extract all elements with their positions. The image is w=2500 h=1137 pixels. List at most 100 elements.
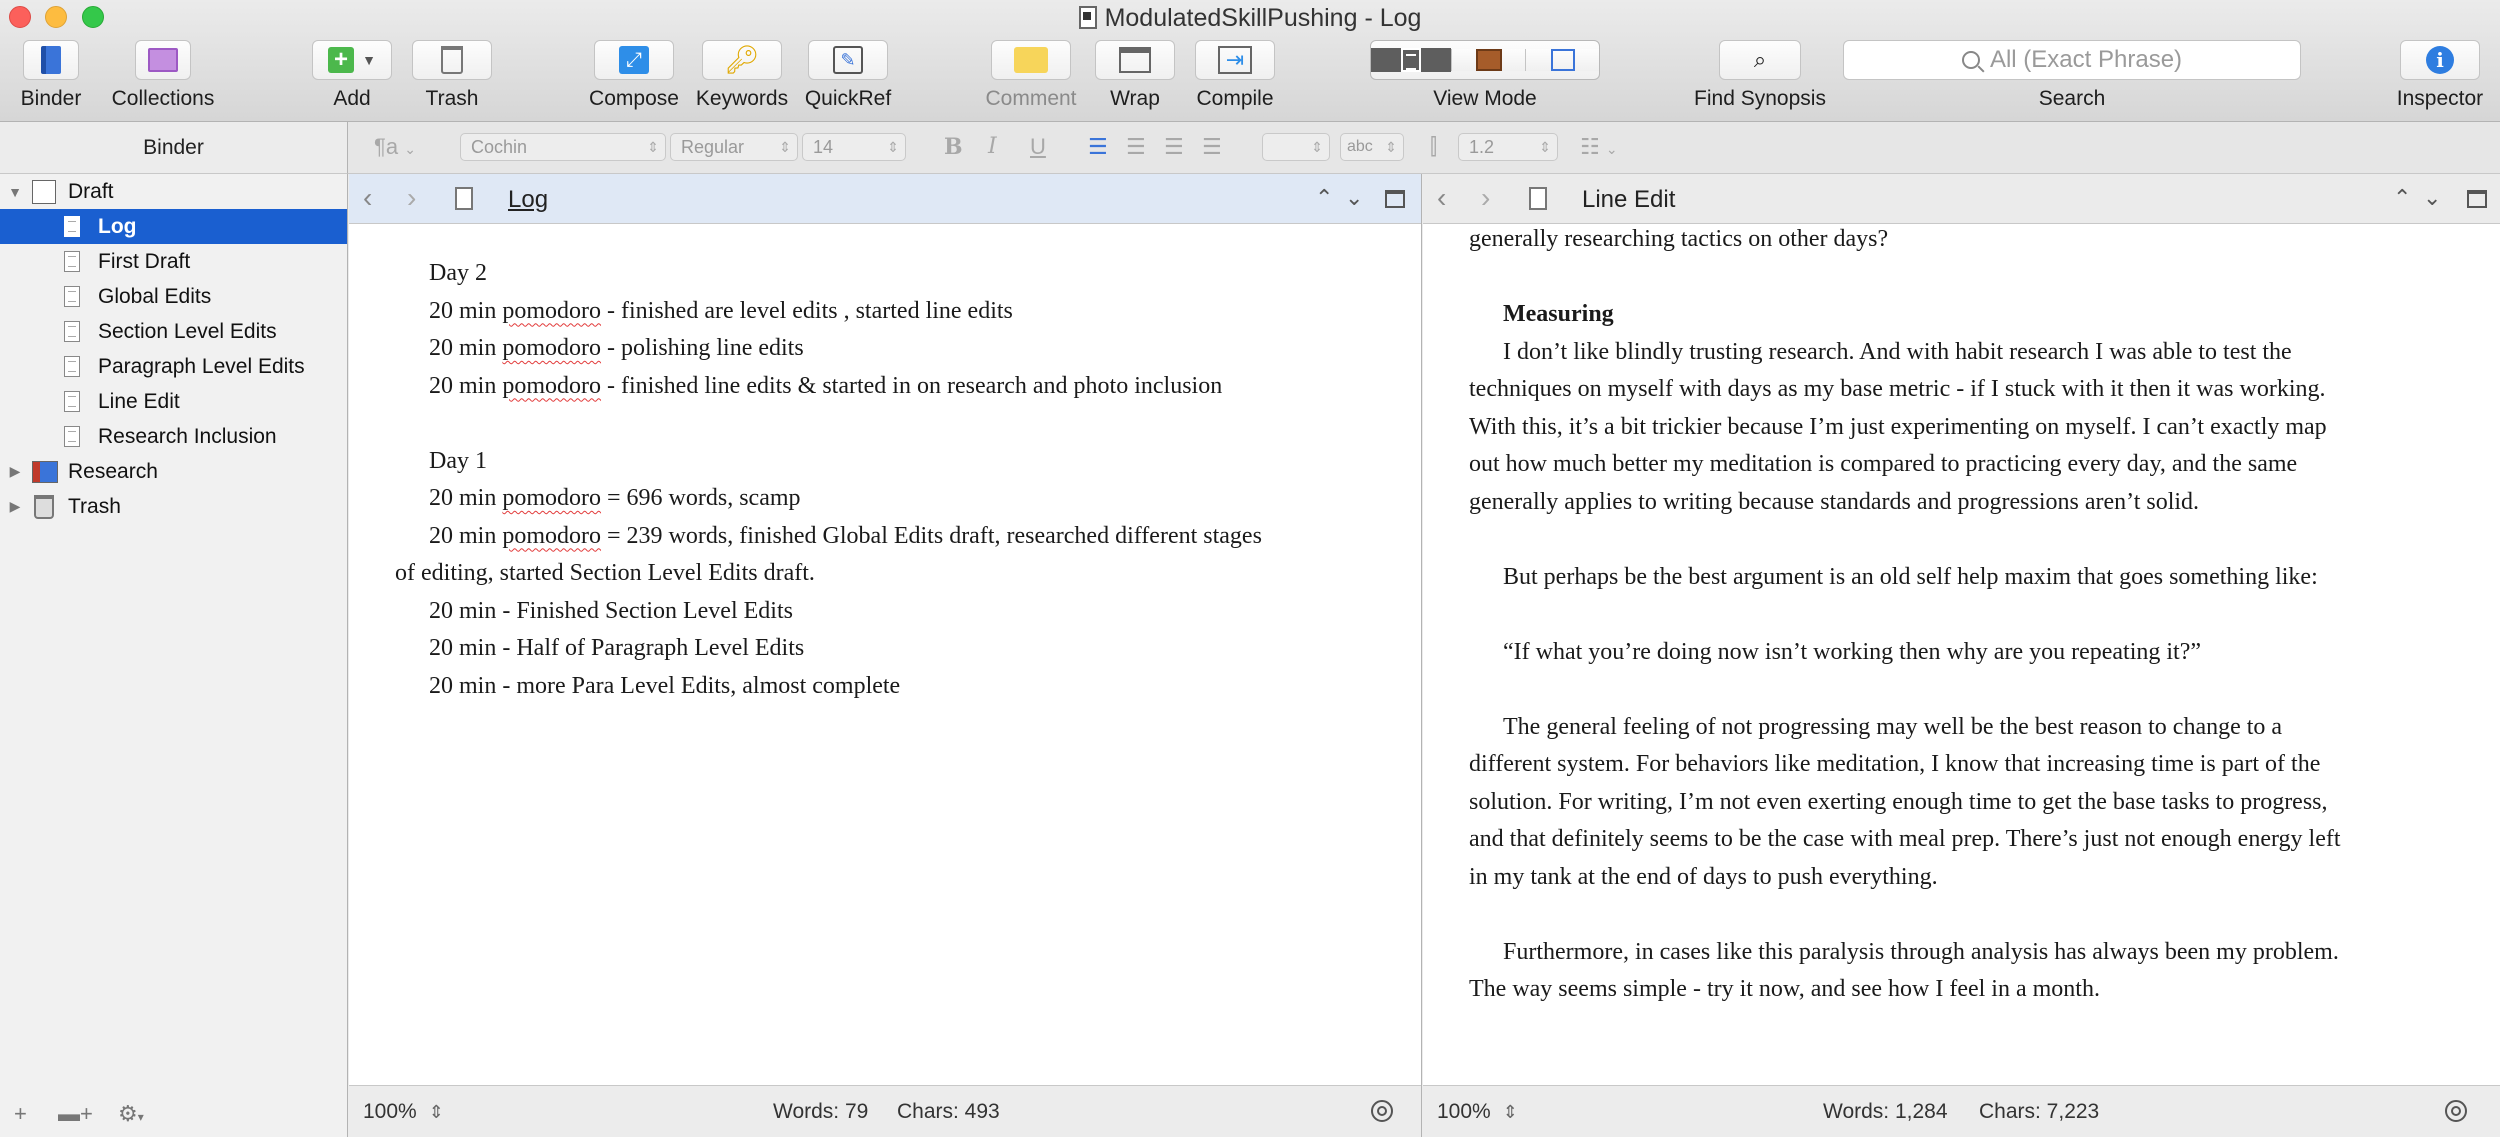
align-center-button[interactable]: ☰ <box>1126 133 1146 161</box>
comment-toolbar-button[interactable]: Comment <box>981 40 1081 111</box>
collections-toolbar-button[interactable]: Collections <box>104 40 222 111</box>
target-icon[interactable] <box>1371 1100 1393 1122</box>
back-icon[interactable]: ‹ <box>1437 182 1446 214</box>
chevron-down-icon: ⌄ <box>404 141 416 157</box>
line-spacing-select[interactable]: 1.2 <box>1458 133 1558 161</box>
keywords-toolbar-button[interactable]: 🔑︎ Keywords <box>694 40 790 111</box>
compile-toolbar-button[interactable]: ⇥ Compile <box>1190 40 1280 111</box>
misspelled-word[interactable]: pomodoro <box>502 335 601 361</box>
gear-icon[interactable]: ⚙▾ <box>118 1101 144 1127</box>
key-icon: 🔑︎ <box>724 44 760 75</box>
disclosure-closed-icon[interactable]: ▶ <box>6 463 24 480</box>
text-line: and that definitely seems to be the case… <box>1469 826 2341 852</box>
binder-item-first-draft[interactable]: First Draft <box>0 244 347 279</box>
scrivenings-view-button[interactable] <box>1371 48 1451 72</box>
text-line: But perhaps be the best argument is an o… <box>1503 563 2318 590</box>
binder-item-trash[interactable]: ▶ Trash <box>0 489 347 524</box>
align-justify-button[interactable]: ☰ <box>1202 133 1222 161</box>
quickref-toolbar-button[interactable]: ✎ QuickRef <box>800 40 896 111</box>
corkboard-icon <box>1475 49 1502 71</box>
left-editor-text[interactable]: Day 2 20 min pomodoro - finished are lev… <box>349 224 1421 1085</box>
split-toggle-icon[interactable] <box>2467 190 2487 208</box>
format-bar: ¶a ⌄ Cochin Regular 14 B I U ☰ ☰ ☰ ☰ abc… <box>348 122 2500 174</box>
text-line: 20 min - Half of Paragraph Level Edits <box>429 635 805 661</box>
wrap-toolbar-button[interactable]: Wrap <box>1095 40 1175 111</box>
corkboard-view-button[interactable] <box>1451 49 1525 71</box>
previous-document-icon[interactable]: ⌃ <box>1315 184 1333 212</box>
find-synopsis-toolbar-button[interactable]: ⌕ Find Synopsis <box>1690 40 1830 111</box>
compose-toolbar-button[interactable]: ⤢ Compose <box>584 40 684 111</box>
text-line: The way seems simple - try it now, and s… <box>1469 976 2100 1002</box>
bold-button[interactable]: B <box>944 133 963 161</box>
back-icon[interactable]: ‹ <box>363 182 372 214</box>
text-line: With this, it’s a bit trickier because I… <box>1469 413 2327 440</box>
add-folder-button[interactable]: ▬+ <box>58 1101 93 1127</box>
binder-item-research[interactable]: ▶ Research <box>0 454 347 489</box>
text-line: 20 min pomodoro - finished line edits & … <box>429 372 1223 399</box>
text-line: I don’t like blindly trusting research. … <box>1503 338 2292 365</box>
align-left-button[interactable]: ☰ <box>1088 133 1108 161</box>
trash-toolbar-button[interactable]: Trash <box>410 40 494 111</box>
research-folder-icon <box>32 460 58 483</box>
underline-button[interactable]: U <box>1030 133 1046 161</box>
binder-header: Binder <box>0 122 348 174</box>
highlight-color-well[interactable]: abc <box>1340 133 1404 161</box>
forward-icon[interactable]: › <box>1481 182 1490 214</box>
text-line: “If what you’re doing now isn’t working … <box>1503 638 2202 665</box>
text-document-icon <box>64 286 80 307</box>
left-editor-footer: 100% ⇕ Words: 79 Chars: 493 <box>349 1085 1421 1137</box>
font-weight-select[interactable]: Regular <box>670 133 798 161</box>
stepper-icon[interactable]: ⇕ <box>1503 1102 1518 1122</box>
disclosure-open-icon[interactable]: ▼ <box>6 184 24 200</box>
right-editor-title[interactable]: Line Edit <box>1582 186 1675 214</box>
misspelled-word[interactable]: pomodoro <box>502 485 601 511</box>
left-editor-title[interactable]: Log <box>508 186 548 214</box>
binder-sidebar: ▼ Draft Log First Draft Global Edits Sec… <box>0 174 348 1137</box>
previous-document-icon[interactable]: ⌃ <box>2393 184 2411 212</box>
binder-item-log[interactable]: Log <box>0 209 347 244</box>
right-editor-text[interactable]: generally researching tactics on other d… <box>1423 224 2500 1085</box>
forward-icon[interactable]: › <box>407 182 416 214</box>
binder-item-research-inclusion[interactable]: Research Inclusion <box>0 419 347 454</box>
outliner-view-button[interactable] <box>1525 49 1599 71</box>
wrap-icon <box>1119 47 1151 73</box>
disclosure-closed-icon[interactable]: ▶ <box>6 498 24 515</box>
font-family-select[interactable]: Cochin <box>460 133 666 161</box>
list-style-menu[interactable]: ☷ ⌄ <box>1580 133 1618 163</box>
target-icon[interactable] <box>2445 1100 2467 1122</box>
misspelled-word[interactable]: pomodoro <box>502 298 601 324</box>
italic-button[interactable]: I <box>988 133 997 161</box>
binder-item-paragraph-level-edits[interactable]: Paragraph Level Edits <box>0 349 347 384</box>
split-toggle-icon[interactable] <box>1385 190 1405 208</box>
paragraph-style-menu[interactable]: ¶a ⌄ <box>374 133 416 163</box>
text-document-icon <box>64 321 80 342</box>
add-item-button[interactable]: + <box>14 1101 27 1127</box>
draft-folder-icon <box>32 179 56 204</box>
inspector-toolbar-button[interactable]: i Inspector <box>2388 40 2492 111</box>
add-toolbar-button[interactable]: + ▼ Add <box>310 40 394 111</box>
binder-item-line-edit[interactable]: Line Edit <box>0 384 347 419</box>
zoom-control[interactable]: 100% ⇕ <box>1437 1100 1518 1124</box>
align-right-button[interactable]: ☰ <box>1164 133 1184 161</box>
misspelled-word[interactable]: pomodoro <box>502 523 601 549</box>
next-document-icon[interactable]: ⌄ <box>2423 184 2441 212</box>
next-document-icon[interactable]: ⌄ <box>1345 184 1363 212</box>
add-icon: + <box>328 47 355 73</box>
binder-item-section-level-edits[interactable]: Section Level Edits <box>0 314 347 349</box>
text-line: out how much better my meditation is com… <box>1469 451 2298 477</box>
stepper-icon[interactable]: ⇕ <box>429 1102 444 1122</box>
view-mode-control[interactable]: View Mode <box>1370 40 1600 111</box>
zoom-control[interactable]: 100% ⇕ <box>363 1100 444 1124</box>
font-size-select[interactable]: 14 <box>802 133 906 161</box>
binder-item-global-edits[interactable]: Global Edits <box>0 279 347 314</box>
text-color-well[interactable] <box>1262 133 1330 161</box>
misspelled-word[interactable]: pomodoro <box>502 373 601 399</box>
char-count: Chars: 7,223 <box>1979 1100 2100 1123</box>
text-line: generally applies to writing because sta… <box>1469 488 2200 515</box>
right-editor: ‹ › Line Edit ⌃ ⌄ generally researching … <box>1423 174 2500 1137</box>
binder-item-draft[interactable]: ▼ Draft <box>0 174 347 209</box>
search-input[interactable]: All (Exact Phrase) <box>1843 40 2301 80</box>
binder-toolbar-button[interactable]: Binder <box>8 40 94 111</box>
